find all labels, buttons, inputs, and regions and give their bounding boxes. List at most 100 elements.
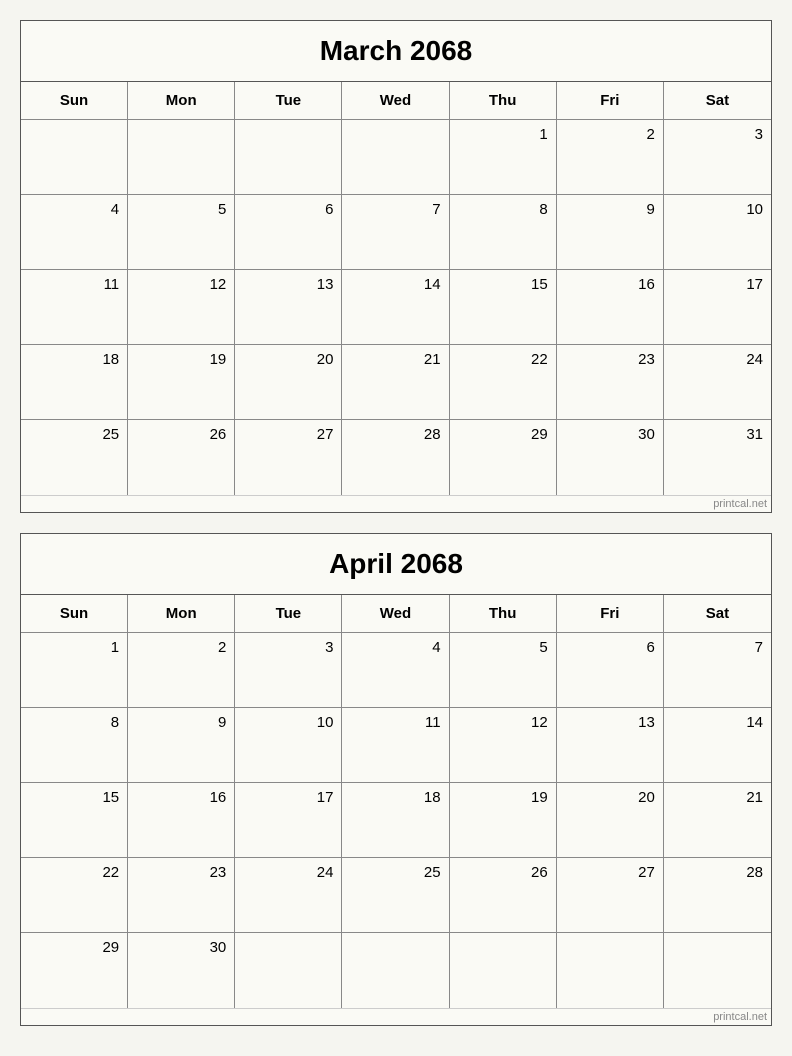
day-cell-2-5: 20	[557, 783, 664, 858]
day-cell-4-2: 27	[235, 420, 342, 495]
header-sat-march: Sat	[664, 82, 771, 120]
day-cell-2-2: 17	[235, 783, 342, 858]
april-title: April 2068	[21, 534, 771, 595]
calendar-container: March 2068 Sun Mon Tue Wed Thu Fri Sat 1…	[20, 20, 772, 1026]
day-cell-1-0: 4	[21, 195, 128, 270]
header-mon-march: Mon	[128, 82, 235, 120]
april-weeks: 1234567891011121314151617181920212223242…	[21, 633, 771, 1008]
day-cell-1-0: 8	[21, 708, 128, 783]
day-cell-1-5: 13	[557, 708, 664, 783]
header-thu-april: Thu	[450, 595, 557, 633]
day-cell-3-2: 20	[235, 345, 342, 420]
day-cell-4-3	[342, 933, 449, 1008]
day-cell-0-1	[128, 120, 235, 195]
watermark-march: printcal.net	[21, 495, 771, 512]
day-cell-0-4: 1	[450, 120, 557, 195]
day-cell-1-4: 8	[450, 195, 557, 270]
day-cell-3-0: 22	[21, 858, 128, 933]
day-cell-3-5: 27	[557, 858, 664, 933]
day-cell-3-5: 23	[557, 345, 664, 420]
day-cell-2-1: 16	[128, 783, 235, 858]
header-fri-march: Fri	[557, 82, 664, 120]
march-title: March 2068	[21, 21, 771, 82]
day-cell-1-3: 11	[342, 708, 449, 783]
header-wed-march: Wed	[342, 82, 449, 120]
march-grid: Sun Mon Tue Wed Thu Fri Sat	[21, 82, 771, 120]
day-cell-3-4: 22	[450, 345, 557, 420]
day-cell-2-4: 15	[450, 270, 557, 345]
day-cell-0-6: 3	[664, 120, 771, 195]
day-cell-3-6: 28	[664, 858, 771, 933]
header-sat-april: Sat	[664, 595, 771, 633]
header-sun-april: Sun	[21, 595, 128, 633]
day-cell-2-4: 19	[450, 783, 557, 858]
day-cell-0-4: 5	[450, 633, 557, 708]
day-cell-3-0: 18	[21, 345, 128, 420]
header-sun-march: Sun	[21, 82, 128, 120]
day-cell-4-1: 30	[128, 933, 235, 1008]
day-cell-0-6: 7	[664, 633, 771, 708]
day-cell-2-6: 21	[664, 783, 771, 858]
day-cell-1-3: 7	[342, 195, 449, 270]
day-cell-4-3: 28	[342, 420, 449, 495]
day-cell-0-5: 6	[557, 633, 664, 708]
day-cell-4-0: 29	[21, 933, 128, 1008]
header-tue-march: Tue	[235, 82, 342, 120]
day-cell-3-3: 21	[342, 345, 449, 420]
day-cell-3-1: 23	[128, 858, 235, 933]
day-cell-0-5: 2	[557, 120, 664, 195]
week-row-4: 25262728293031	[21, 420, 771, 495]
april-calendar: April 2068 Sun Mon Tue Wed Thu Fri Sat 1…	[20, 533, 772, 1026]
day-cell-1-6: 10	[664, 195, 771, 270]
day-cell-2-6: 17	[664, 270, 771, 345]
week-row-0: 1234567	[21, 633, 771, 708]
week-row-3: 22232425262728	[21, 858, 771, 933]
day-cell-0-3	[342, 120, 449, 195]
day-cell-4-1: 26	[128, 420, 235, 495]
march-calendar: March 2068 Sun Mon Tue Wed Thu Fri Sat 1…	[20, 20, 772, 513]
week-row-0: 123	[21, 120, 771, 195]
day-cell-4-4	[450, 933, 557, 1008]
header-fri-april: Fri	[557, 595, 664, 633]
day-cell-0-0: 1	[21, 633, 128, 708]
day-cell-4-5	[557, 933, 664, 1008]
day-cell-4-0: 25	[21, 420, 128, 495]
day-cell-0-2: 3	[235, 633, 342, 708]
day-cell-1-2: 10	[235, 708, 342, 783]
day-cell-1-6: 14	[664, 708, 771, 783]
day-cell-2-1: 12	[128, 270, 235, 345]
day-cell-2-0: 15	[21, 783, 128, 858]
header-tue-april: Tue	[235, 595, 342, 633]
day-cell-1-5: 9	[557, 195, 664, 270]
day-cell-0-2	[235, 120, 342, 195]
day-cell-2-2: 13	[235, 270, 342, 345]
day-cell-2-3: 18	[342, 783, 449, 858]
day-cell-3-3: 25	[342, 858, 449, 933]
day-cell-4-5: 30	[557, 420, 664, 495]
watermark-april: printcal.net	[21, 1008, 771, 1025]
day-cell-3-2: 24	[235, 858, 342, 933]
day-cell-2-0: 11	[21, 270, 128, 345]
day-cell-0-1: 2	[128, 633, 235, 708]
day-cell-0-3: 4	[342, 633, 449, 708]
day-cell-4-4: 29	[450, 420, 557, 495]
day-cell-1-1: 5	[128, 195, 235, 270]
day-cell-3-6: 24	[664, 345, 771, 420]
week-row-4: 2930	[21, 933, 771, 1008]
march-weeks: 1234567891011121314151617181920212223242…	[21, 120, 771, 495]
april-grid: Sun Mon Tue Wed Thu Fri Sat	[21, 595, 771, 633]
header-mon-april: Mon	[128, 595, 235, 633]
day-cell-1-2: 6	[235, 195, 342, 270]
day-cell-1-1: 9	[128, 708, 235, 783]
week-row-1: 45678910	[21, 195, 771, 270]
day-cell-2-3: 14	[342, 270, 449, 345]
header-wed-april: Wed	[342, 595, 449, 633]
day-cell-0-0	[21, 120, 128, 195]
week-row-1: 891011121314	[21, 708, 771, 783]
week-row-2: 15161718192021	[21, 783, 771, 858]
day-cell-2-5: 16	[557, 270, 664, 345]
day-cell-1-4: 12	[450, 708, 557, 783]
week-row-3: 18192021222324	[21, 345, 771, 420]
header-thu-march: Thu	[450, 82, 557, 120]
day-cell-3-1: 19	[128, 345, 235, 420]
